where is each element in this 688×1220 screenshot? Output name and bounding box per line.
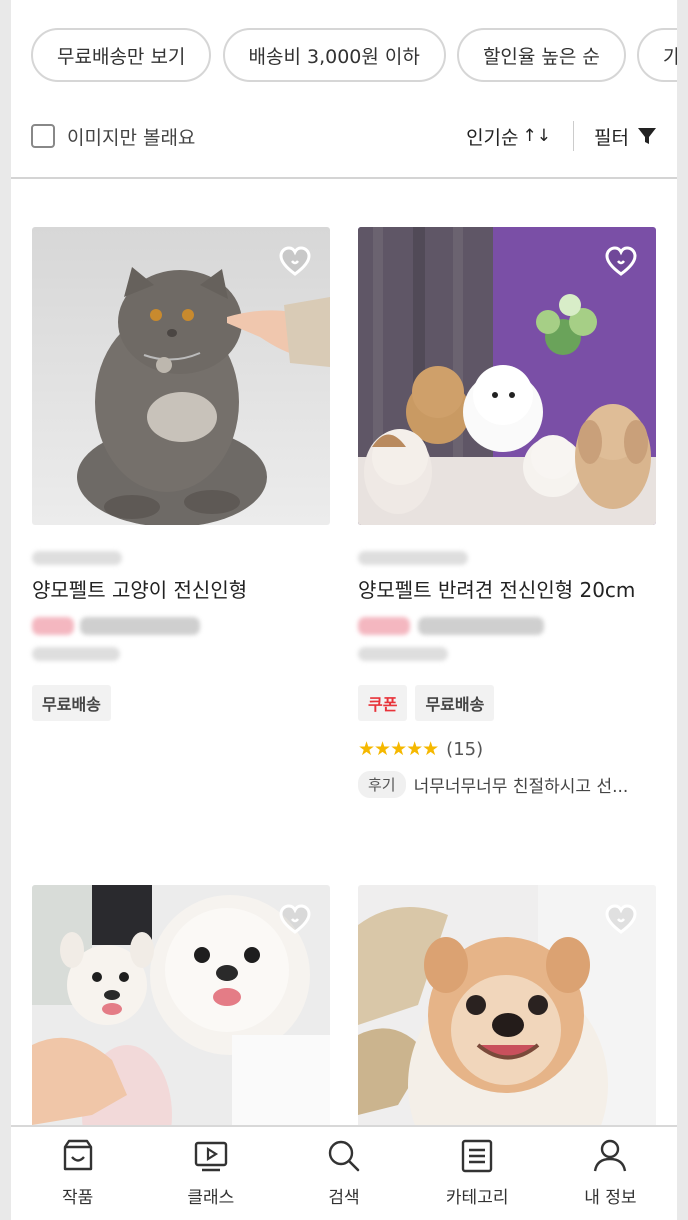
product-tags: 무료배송: [32, 685, 330, 721]
nav-item-works[interactable]: 작품: [11, 1127, 144, 1220]
list-icon: [462, 1139, 493, 1173]
chip-discount-sort[interactable]: 할인율 높은 순: [456, 28, 626, 82]
nav-label: 검색: [328, 1188, 360, 1208]
filter-button[interactable]: 필터: [594, 123, 657, 150]
heart-icon[interactable]: [604, 903, 638, 937]
product-title[interactable]: 양모펠트 반려견 전신인형 20cm: [358, 575, 656, 605]
review-count: (15): [446, 738, 484, 760]
person-icon: [594, 1139, 627, 1172]
heart-icon[interactable]: [278, 903, 312, 937]
list-toolbar: 이미지만 볼래요 인기순 ↑↓ 필터: [31, 112, 657, 160]
product-tags: 쿠폰 무료배송: [358, 685, 656, 721]
sort-arrows-icon: ↑↓: [522, 126, 552, 146]
product-title[interactable]: 양모펠트 고양이 전신인형: [32, 575, 330, 605]
sort-label: 인기순: [466, 126, 519, 149]
shop-name-redacted: [358, 547, 656, 569]
toolbar-divider-line: [11, 177, 677, 179]
nav-label: 클래스: [187, 1188, 235, 1208]
review-text: 너무너무너무 친절하시고 선...: [413, 776, 629, 797]
price-redacted: [358, 611, 656, 641]
chip-shipping-under-3000[interactable]: 배송비 3,000원 이하: [222, 28, 446, 82]
product-card[interactable]: 양모펠트 고양이 전신인형 무료배송: [32, 227, 330, 721]
rating: ★★★★★ (15): [358, 737, 656, 761]
free-shipping-tag: 무료배송: [32, 685, 111, 721]
original-price-redacted: [32, 641, 330, 667]
filter-chip-bar[interactable]: 무료배송만 보기 배송비 3,000원 이하 할인율 높은 순 가격: [31, 28, 677, 84]
star-rating-icon: ★★★★★: [358, 738, 439, 760]
chip-free-shipping[interactable]: 무료배송만 보기: [31, 28, 212, 82]
product-image-cat[interactable]: [32, 227, 330, 525]
heart-icon[interactable]: [278, 245, 312, 279]
nav-item-category[interactable]: 카테고리: [411, 1127, 544, 1220]
nav-label: 카테고리: [445, 1188, 509, 1208]
play-icon: [194, 1141, 227, 1172]
chip-price[interactable]: 가격: [637, 28, 677, 82]
image-only-label[interactable]: 이미지만 볼래요: [67, 123, 195, 150]
nav-item-search[interactable]: 검색: [277, 1127, 410, 1220]
search-icon: [328, 1140, 360, 1172]
funnel-icon: [638, 128, 656, 144]
original-price-redacted: [358, 641, 656, 667]
product-image-dogs[interactable]: [358, 227, 656, 525]
product-card[interactable]: 양모펠트 반려견 전신인형 20cm 쿠폰 무료배송 ★★★★★ (15) 후기…: [358, 227, 656, 798]
image-only-checkbox[interactable]: [31, 124, 55, 148]
review-badge: 후기: [358, 770, 406, 798]
app-frame: 무료배송만 보기 배송비 3,000원 이하 할인율 높은 순 가격 이미지만 …: [11, 0, 677, 1220]
filter-label: 필터: [594, 126, 629, 149]
shop-icon: [63, 1139, 92, 1171]
toolbar-divider: [573, 121, 575, 151]
price-redacted: [32, 611, 330, 641]
bottom-navigation: 작품 클래스 검색 카테고리 내 정보: [11, 1125, 677, 1220]
heart-icon[interactable]: [604, 245, 638, 279]
nav-label: 작품: [61, 1188, 94, 1208]
shop-name-redacted: [32, 547, 330, 569]
nav-label: 내 정보: [584, 1188, 637, 1208]
nav-item-class[interactable]: 클래스: [144, 1127, 277, 1220]
review-snippet[interactable]: 후기 너무너무너무 친절하시고 선...: [358, 770, 656, 798]
sort-button[interactable]: 인기순 ↑↓: [466, 123, 551, 150]
coupon-tag: 쿠폰: [358, 685, 408, 721]
nav-item-my-info[interactable]: 내 정보: [544, 1127, 677, 1220]
free-shipping-tag: 무료배송: [415, 685, 495, 721]
